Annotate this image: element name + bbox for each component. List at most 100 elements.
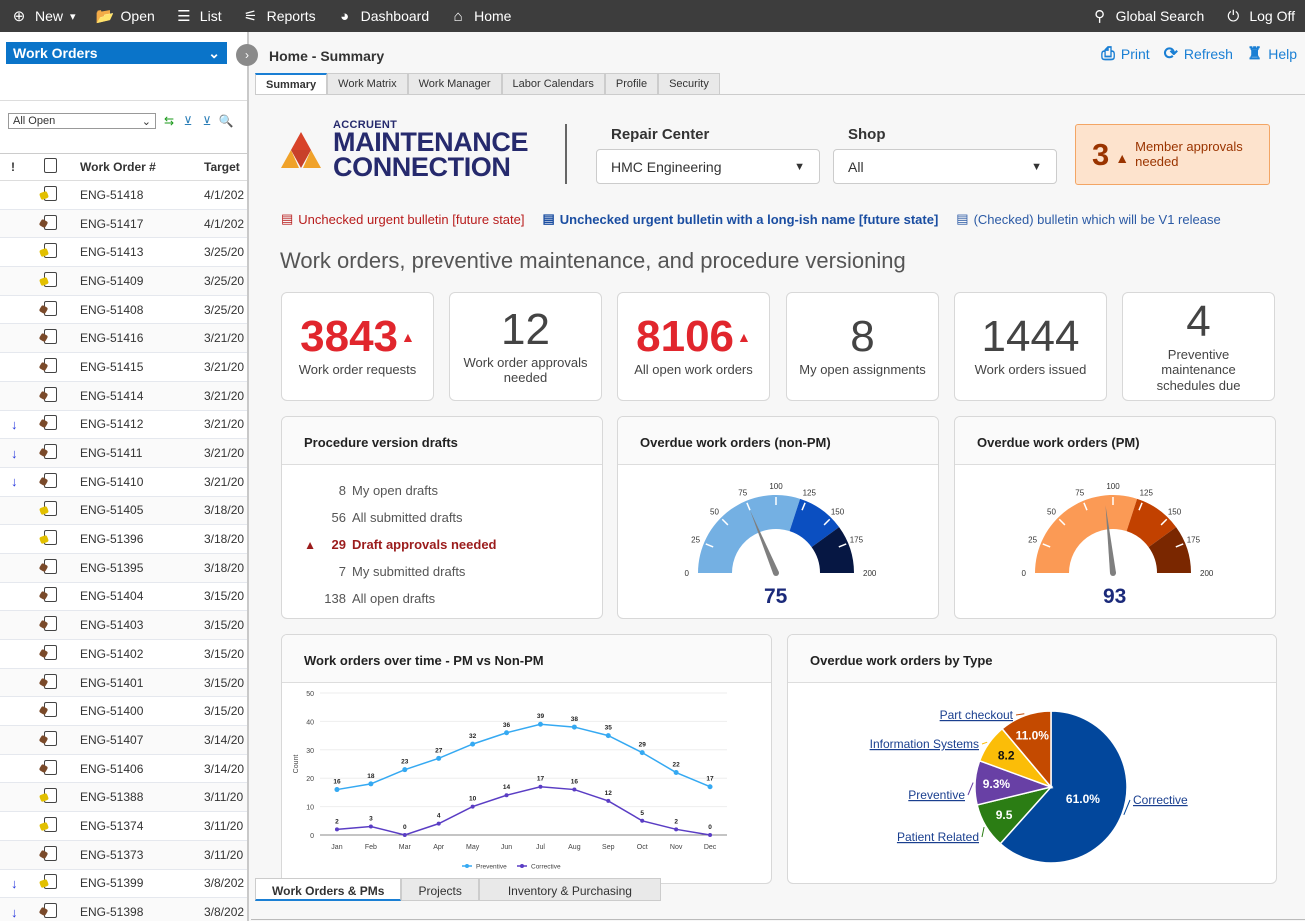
table-row[interactable]: ENG-51418 4/1/202 <box>0 181 247 210</box>
kpi-card[interactable]: 12 Work order approvals needed <box>449 292 602 401</box>
table-row[interactable]: ENG-51415 3/21/20 <box>0 353 247 382</box>
pie-category-label[interactable]: Information Systems <box>870 737 979 751</box>
filter-select[interactable]: All Open ⌄ <box>8 113 156 129</box>
legend-label[interactable]: Preventive <box>476 864 507 871</box>
data-point[interactable] <box>368 824 373 829</box>
filter-remove-icon[interactable]: ⊻ <box>199 114 215 128</box>
data-point[interactable] <box>640 818 645 823</box>
repair-center-select[interactable]: HMC Engineering ▼ <box>596 149 820 184</box>
pie-category-label[interactable]: Preventive <box>908 788 965 802</box>
tab-security[interactable]: Security <box>658 73 720 94</box>
data-point[interactable] <box>402 833 407 837</box>
table-row[interactable]: ENG-51401 3/15/20 <box>0 668 247 698</box>
data-point[interactable] <box>334 827 339 832</box>
help-button[interactable]: ♜ Help <box>1247 44 1297 64</box>
data-point[interactable] <box>402 767 408 773</box>
data-point[interactable] <box>673 770 679 776</box>
bottom-tab-projects[interactable]: Projects <box>401 878 479 901</box>
nav-list[interactable]: ☰ List <box>165 0 232 32</box>
nav-reports[interactable]: ⚟ Reports <box>232 0 326 32</box>
shop-select[interactable]: All ▼ <box>833 149 1057 184</box>
tab-labor-calendars[interactable]: Labor Calendars <box>501 73 605 94</box>
table-row[interactable]: ↓ ENG-51412 3/21/20 <box>0 411 247 440</box>
data-point[interactable] <box>571 724 577 730</box>
draft-item[interactable]: 7 My submitted drafts <box>282 558 602 585</box>
column-priority[interactable]: ! <box>0 160 38 174</box>
member-approvals-alert[interactable]: 3 ▲ Member approvals needed <box>1075 124 1270 185</box>
column-work-order[interactable]: Work Order # <box>80 160 204 174</box>
data-point[interactable] <box>334 787 340 793</box>
data-point[interactable] <box>504 730 510 736</box>
tab-summary[interactable]: Summary <box>255 73 328 94</box>
data-point[interactable] <box>639 750 645 756</box>
table-row[interactable]: ↓ ENG-51399 3/8/202 <box>0 870 247 899</box>
nav-dashboard[interactable]: ◕ Dashboard <box>326 0 440 32</box>
pie-category-label[interactable]: Part checkout <box>940 708 1014 722</box>
table-row[interactable]: ENG-51395 3/18/20 <box>0 553 247 583</box>
draft-item[interactable]: 8 My open drafts <box>282 477 602 504</box>
table-row[interactable]: ENG-51417 4/1/202 <box>0 209 247 239</box>
bulletin-link[interactable]: ▤ Unchecked urgent bulletin [future state… <box>281 211 525 227</box>
table-row[interactable]: ↓ ENG-51398 3/8/202 <box>0 898 247 921</box>
pie-category-label[interactable]: Patient Related <box>897 830 979 844</box>
table-row[interactable]: ENG-51388 3/11/20 <box>0 783 247 813</box>
data-point[interactable] <box>470 804 475 809</box>
draft-item[interactable]: 56 All submitted drafts <box>282 504 602 531</box>
table-row[interactable]: ENG-51402 3/15/20 <box>0 640 247 669</box>
table-row[interactable]: ENG-51400 3/15/20 <box>0 697 247 727</box>
kpi-card[interactable]: 3843 ▲ Work order requests <box>281 292 434 401</box>
table-row[interactable]: ENG-51414 3/21/20 <box>0 381 247 411</box>
kpi-card[interactable]: 4 Preventive maintenance schedules due <box>1122 292 1275 401</box>
table-row[interactable]: ENG-51413 3/25/20 <box>0 238 247 268</box>
data-point[interactable] <box>436 755 442 761</box>
nav-home[interactable]: ⌂ Home <box>439 0 521 32</box>
data-point[interactable] <box>707 784 713 790</box>
table-row[interactable]: ENG-51407 3/14/20 <box>0 726 247 755</box>
data-point[interactable] <box>537 721 543 727</box>
data-point[interactable] <box>504 793 509 798</box>
table-row[interactable]: ↓ ENG-51411 3/21/20 <box>0 439 247 468</box>
data-point[interactable] <box>572 787 577 792</box>
refresh-button[interactable]: ⟳ Refresh <box>1164 44 1233 64</box>
data-point[interactable] <box>674 827 679 832</box>
table-row[interactable]: ↓ ENG-51410 3/21/20 <box>0 468 247 497</box>
module-select[interactable]: Work Orders ⌄ <box>6 42 227 64</box>
nav-log-off[interactable]: ⏻ Log Off <box>1214 0 1305 32</box>
data-point[interactable] <box>436 821 441 826</box>
column-target[interactable]: Target <box>204 160 247 174</box>
data-point[interactable] <box>708 833 713 837</box>
table-row[interactable]: ENG-51403 3/15/20 <box>0 611 247 640</box>
table-row[interactable]: ENG-51405 3/18/20 <box>0 496 247 526</box>
data-point[interactable] <box>368 781 374 787</box>
data-point[interactable] <box>606 798 611 803</box>
table-row[interactable]: ENG-51409 3/25/20 <box>0 267 247 296</box>
table-row[interactable]: ENG-51373 3/11/20 <box>0 840 247 870</box>
table-row[interactable]: ENG-51404 3/15/20 <box>0 583 247 612</box>
tab-work-manager[interactable]: Work Manager <box>407 73 502 94</box>
table-row[interactable]: ENG-51374 3/11/20 <box>0 812 247 841</box>
bulletin-link[interactable]: ▤ (Checked) bulletin which will be V1 rel… <box>956 211 1220 227</box>
table-row[interactable]: ENG-51406 3/14/20 <box>0 755 247 784</box>
print-button[interactable]: ⎙ Print <box>1101 44 1149 64</box>
legend-label[interactable]: Corrective <box>531 864 561 871</box>
nav-new[interactable]: ⊕ New ▾ <box>0 0 86 32</box>
pie-category-label[interactable]: Corrective <box>1133 793 1188 807</box>
data-point[interactable] <box>538 784 543 789</box>
table-row[interactable]: ENG-51416 3/21/20 <box>0 324 247 354</box>
refresh-green-icon[interactable]: ⇆ <box>161 114 177 128</box>
draft-item[interactable]: 138 All open drafts <box>282 585 602 612</box>
column-type[interactable] <box>38 158 80 176</box>
collapse-sidebar-button[interactable]: › <box>236 44 258 66</box>
bottom-tab-inventory-purchasing[interactable]: Inventory & Purchasing <box>478 878 661 901</box>
kpi-card[interactable]: 8106 ▲ All open work orders <box>617 292 770 401</box>
tab-work-matrix[interactable]: Work Matrix <box>327 73 408 94</box>
kpi-card[interactable]: 1444 Work orders issued <box>954 292 1107 401</box>
kpi-card[interactable]: 8 My open assignments <box>786 292 939 401</box>
nav-global-search[interactable]: ⚲ Global Search <box>1081 0 1215 32</box>
table-row[interactable]: ENG-51408 3/25/20 <box>0 296 247 325</box>
filter-add-icon[interactable]: ⊻ <box>180 114 196 128</box>
bottom-tab-work-orders-pms[interactable]: Work Orders & PMs <box>255 878 402 901</box>
magnifier-icon[interactable]: 🔍 <box>218 114 234 128</box>
data-point[interactable] <box>605 733 611 739</box>
tab-profile[interactable]: Profile <box>604 73 659 94</box>
